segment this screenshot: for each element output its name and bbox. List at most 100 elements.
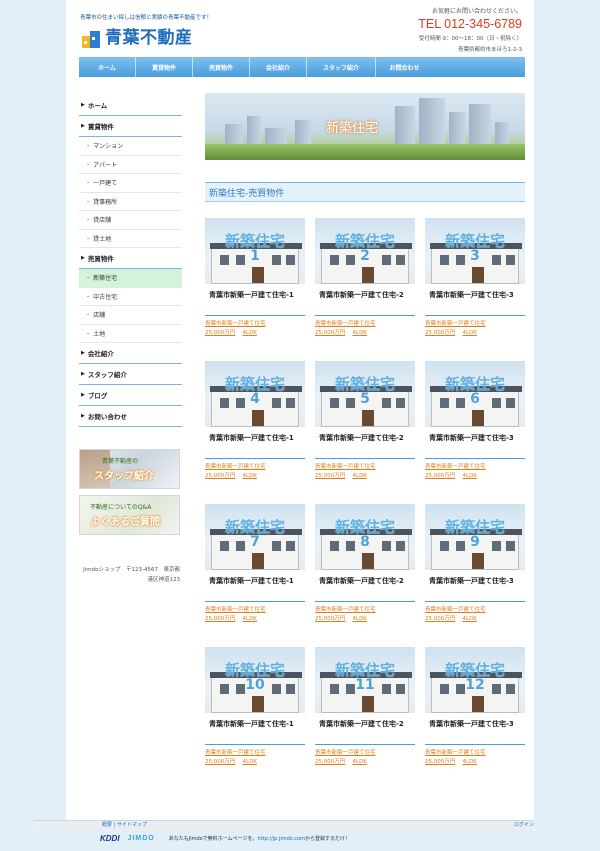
property-title[interactable]: 青葉市新築一戸建て住宅-2 xyxy=(315,570,415,602)
property-desc[interactable]: 青葉市新築一戸建て住宅 25,000万円 4LDK xyxy=(205,463,305,481)
property-price: 25,000万円 xyxy=(315,616,346,622)
arrow-right-icon: ▶ xyxy=(81,392,85,398)
property-desc[interactable]: 青葉市新築一戸建て住宅 25,000万円 4LDK xyxy=(425,606,525,624)
sidebar-subitem-label: 一戸建て xyxy=(93,180,118,188)
property-card[interactable]: 新築住宅 6 青葉市新築一戸建て住宅-3 青葉市新築一戸建て住宅 25,000万円 4L… xyxy=(425,361,525,495)
property-card[interactable]: 新築住宅 1 青葉市新築一戸建て住宅-1 青葉市新築一戸建て住宅 25,000万円 4L… xyxy=(205,218,305,352)
property-card[interactable]: 新築住宅 8 青葉市新築一戸建て住宅-2 青葉市新築一戸建て住宅 25,000万円 4L… xyxy=(315,504,415,638)
sidebar-subitem-sale-land[interactable]: - 土地 xyxy=(79,325,182,343)
property-desc[interactable]: 青葉市新築一戸建て住宅 25,000万円 4LDK xyxy=(205,320,305,338)
property-thumbnail[interactable]: 新築住宅 2 xyxy=(315,218,415,284)
login-link[interactable]: ログイン xyxy=(514,821,534,828)
property-thumbnail[interactable]: 新築住宅 4 xyxy=(205,361,305,427)
property-card[interactable]: 新築住宅 10 青葉市新築一戸建て住宅-1 青葉市新築一戸建て住宅 25,000万円 4… xyxy=(205,647,305,781)
sidebar-subitem-office[interactable]: - 貸事務所 xyxy=(79,193,182,211)
property-desc[interactable]: 青葉市新築一戸建て住宅 25,000万円 4LDK xyxy=(315,463,415,481)
nav-sale[interactable]: 売買物件 xyxy=(193,57,250,77)
property-thumbnail[interactable]: 新築住宅 3 xyxy=(425,218,525,284)
promo-link[interactable]: http://jp.jimdo.com xyxy=(257,836,305,842)
property-desc-text: 青葉市新築一戸建て住宅 xyxy=(205,321,266,327)
sidebar: ▶ ホーム ▶ 賃貸物件 - マンション - アパート - 一戸建て - 貸事務所 - 貸店舗… xyxy=(79,95,182,585)
footer-links[interactable]: 概要 | サイトマップ xyxy=(102,821,147,828)
sidebar-subitem-used-house[interactable]: - 中古住宅 xyxy=(79,288,182,306)
property-thumbnail[interactable]: 新築住宅 5 xyxy=(315,361,415,427)
property-desc[interactable]: 青葉市新築一戸建て住宅 25,000万円 4LDK xyxy=(425,463,525,481)
thumbnail-number: 11 xyxy=(355,677,375,693)
property-layout: 4LDK xyxy=(462,759,477,765)
property-title[interactable]: 青葉市新築一戸建て住宅-1 xyxy=(205,713,305,745)
property-thumbnail[interactable]: 新築住宅 8 xyxy=(315,504,415,570)
property-card[interactable]: 新築住宅 12 青葉市新築一戸建て住宅-3 青葉市新築一戸建て住宅 25,000万円 4… xyxy=(425,647,525,781)
property-layout: 4LDK xyxy=(352,759,367,765)
property-desc-text: 青葉市新築一戸建て住宅 xyxy=(425,750,486,756)
property-thumbnail[interactable]: 新築住宅 12 xyxy=(425,647,525,713)
property-title[interactable]: 青葉市新築一戸建て住宅-2 xyxy=(315,427,415,459)
arrow-right-icon: ▶ xyxy=(81,102,85,108)
property-desc[interactable]: 青葉市新築一戸建て住宅 25,000万円 4LDK xyxy=(425,320,525,338)
property-price: 25,000万円 xyxy=(205,330,236,336)
property-card[interactable]: 新築住宅 5 青葉市新築一戸建て住宅-2 青葉市新築一戸建て住宅 25,000万円 4L… xyxy=(315,361,415,495)
property-title[interactable]: 青葉市新築一戸建て住宅-2 xyxy=(315,284,415,316)
nav-company[interactable]: 会社紹介 xyxy=(250,57,307,77)
sidebar-subitem-land[interactable]: - 貸土地 xyxy=(79,230,182,248)
property-desc[interactable]: 青葉市新築一戸建て住宅 25,000万円 4LDK xyxy=(315,320,415,338)
sidebar-subitem-mansion[interactable]: - マンション xyxy=(79,137,182,156)
property-desc[interactable]: 青葉市新築一戸建て住宅 25,000万円 4LDK xyxy=(205,606,305,624)
property-card[interactable]: 新築住宅 3 青葉市新築一戸建て住宅-3 青葉市新築一戸建て住宅 25,000万円 4L… xyxy=(425,218,525,352)
property-layout: 4LDK xyxy=(352,330,367,336)
property-desc[interactable]: 青葉市新築一戸建て住宅 25,000万円 4LDK xyxy=(425,749,525,767)
jimdo-logo[interactable]: JIMDO xyxy=(128,835,155,842)
property-thumbnail[interactable]: 新築住宅 10 xyxy=(205,647,305,713)
property-title[interactable]: 青葉市新築一戸建て住宅-3 xyxy=(425,284,525,316)
property-thumbnail[interactable]: 新築住宅 6 xyxy=(425,361,525,427)
sidebar-item-sale[interactable]: ▶ 売買物件 xyxy=(79,248,182,269)
property-title[interactable]: 青葉市新築一戸建て住宅-1 xyxy=(205,284,305,316)
nav-home[interactable]: ホーム xyxy=(79,57,136,77)
property-title[interactable]: 青葉市新築一戸建て住宅-3 xyxy=(425,713,525,745)
sidebar-item-staff[interactable]: ▶ スタッフ紹介 xyxy=(79,364,182,385)
property-title[interactable]: 青葉市新築一戸建て住宅-3 xyxy=(425,570,525,602)
sidebar-subitem-shop[interactable]: - 貸店舗 xyxy=(79,211,182,230)
property-card[interactable]: 新築住宅 9 青葉市新築一戸建て住宅-3 青葉市新築一戸建て住宅 25,000万円 4L… xyxy=(425,504,525,638)
arrow-right-icon: ▶ xyxy=(81,255,85,261)
property-title[interactable]: 青葉市新築一戸建て住宅-1 xyxy=(205,427,305,459)
property-card[interactable]: 新築住宅 11 青葉市新築一戸建て住宅-2 青葉市新築一戸建て住宅 25,000万円 4… xyxy=(315,647,415,781)
sidebar-item-home[interactable]: ▶ ホーム xyxy=(79,95,182,116)
sidebar-item-company[interactable]: ▶ 会社紹介 xyxy=(79,343,182,364)
nav-staff[interactable]: スタッフ紹介 xyxy=(307,57,376,77)
nav-contact[interactable]: お問合わせ xyxy=(376,57,433,77)
property-layout: 4LDK xyxy=(242,330,257,336)
sidebar-subitem-store[interactable]: - 店舗 xyxy=(79,306,182,325)
property-thumbnail[interactable]: 新築住宅 9 xyxy=(425,504,525,570)
staff-banner[interactable]: 青葉不動産の スタッフ紹介 xyxy=(79,449,180,489)
site-logo[interactable]: 青葉不動産 xyxy=(80,23,193,48)
property-desc[interactable]: 青葉市新築一戸建て住宅 25,000万円 4LDK xyxy=(315,606,415,624)
sidebar-subitem-label: 貸土地 xyxy=(93,235,112,243)
kddi-logo[interactable]: KDDI xyxy=(100,834,120,843)
property-price: 25,000万円 xyxy=(205,473,236,479)
sidebar-item-blog[interactable]: ▶ ブログ xyxy=(79,385,182,406)
property-title[interactable]: 青葉市新築一戸建て住宅-3 xyxy=(425,427,525,459)
property-card[interactable]: 新築住宅 2 青葉市新築一戸建て住宅-2 青葉市新築一戸建て住宅 25,000万円 4L… xyxy=(315,218,415,352)
sidebar-item-rental[interactable]: ▶ 賃貸物件 xyxy=(79,116,182,137)
banner-title: スタッフ紹介 xyxy=(94,471,154,482)
shop-info-line: Jimdoショップ 〒123-4567 東京都 xyxy=(83,567,180,573)
property-thumbnail[interactable]: 新築住宅 11 xyxy=(315,647,415,713)
faq-banner[interactable]: 不動産についてのQ&A よくあるご質問 xyxy=(79,495,180,535)
property-desc-text: 青葉市新築一戸建て住宅 xyxy=(315,464,376,470)
site-tagline: 青葉市の住まい探しは信頼と実績の青葉不動産です！ xyxy=(80,15,213,21)
property-title[interactable]: 青葉市新築一戸建て住宅-1 xyxy=(205,570,305,602)
property-card[interactable]: 新築住宅 4 青葉市新築一戸建て住宅-1 青葉市新築一戸建て住宅 25,000万円 4L… xyxy=(205,361,305,495)
sidebar-subitem-house[interactable]: - 一戸建て xyxy=(79,174,182,193)
property-desc[interactable]: 青葉市新築一戸建て住宅 25,000万円 4LDK xyxy=(205,749,305,767)
property-thumbnail[interactable]: 新築住宅 1 xyxy=(205,218,305,284)
sidebar-subitem-new-house[interactable]: - 新築住宅 xyxy=(79,269,182,288)
thumbnail-number: 1 xyxy=(250,248,260,264)
property-thumbnail[interactable]: 新築住宅 7 xyxy=(205,504,305,570)
sidebar-subitem-apartment[interactable]: - アパート xyxy=(79,156,182,174)
property-card[interactable]: 新築住宅 7 青葉市新築一戸建て住宅-1 青葉市新築一戸建て住宅 25,000万円 4L… xyxy=(205,504,305,638)
property-desc[interactable]: 青葉市新築一戸建て住宅 25,000万円 4LDK xyxy=(315,749,415,767)
nav-rental[interactable]: 賃貸物件 xyxy=(136,57,193,77)
property-title[interactable]: 青葉市新築一戸建て住宅-2 xyxy=(315,713,415,745)
sidebar-item-contact[interactable]: ▶ お問い合わせ xyxy=(79,406,182,427)
